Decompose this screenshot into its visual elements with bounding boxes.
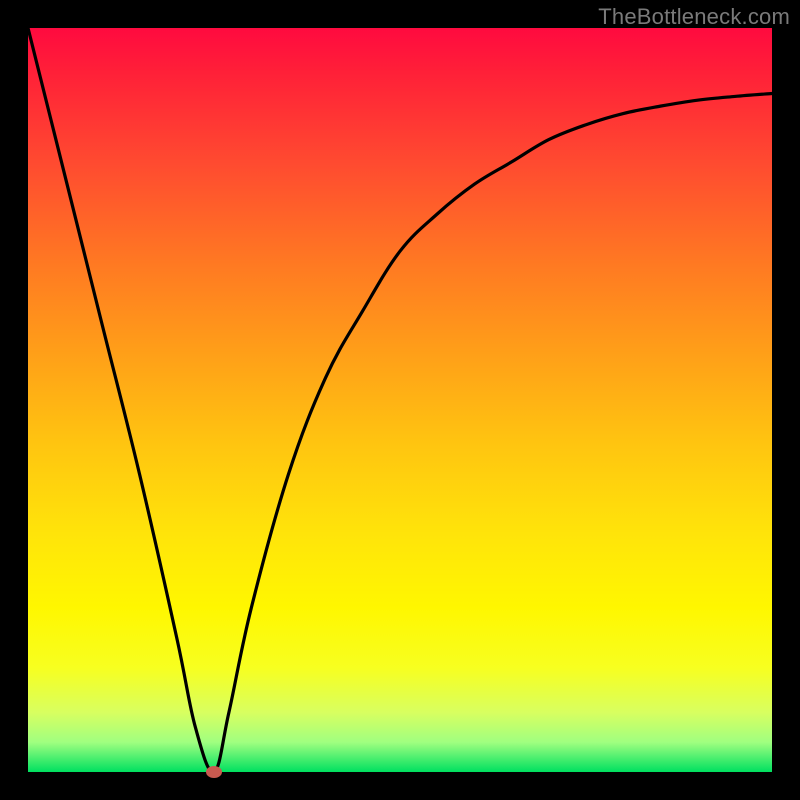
chart-frame: TheBottleneck.com [0,0,800,800]
bottleneck-curve-path [28,28,772,772]
watermark-text: TheBottleneck.com [598,4,790,30]
plot-area [28,28,772,772]
curve-svg [28,28,772,772]
optimal-point-marker [206,766,222,778]
